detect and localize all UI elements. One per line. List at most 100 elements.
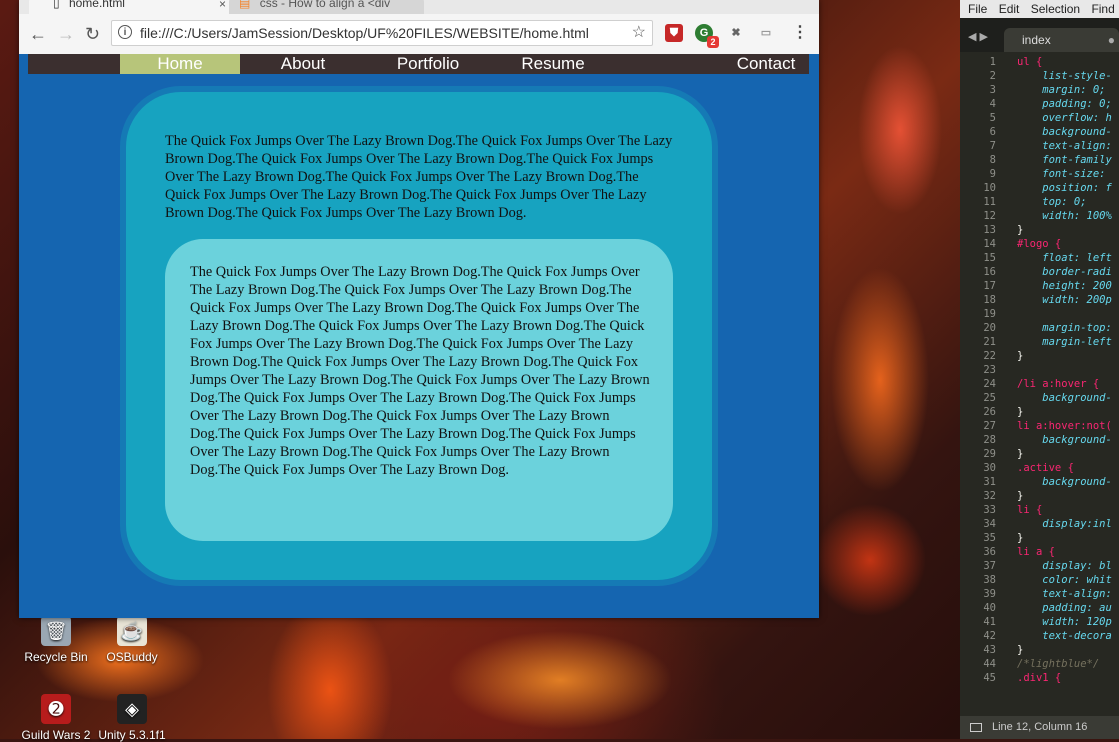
code-line: }: [1017, 350, 1024, 362]
code-line: float: left: [1017, 252, 1112, 264]
code-line: margin-left: [1017, 336, 1112, 348]
nav-home[interactable]: Home: [120, 54, 240, 74]
inner-paragraph: The Quick Fox Jumps Over The Lazy Brown …: [190, 264, 650, 478]
menu-file[interactable]: File: [968, 2, 987, 16]
tools-icon[interactable]: ✖: [727, 24, 745, 42]
outer-paragraph: The Quick Fox Jumps Over The Lazy Brown …: [165, 133, 673, 221]
close-icon[interactable]: ×: [219, 0, 226, 11]
line-number: 23: [983, 364, 996, 376]
back-icon[interactable]: ←: [29, 24, 47, 44]
editor-tab-index[interactable]: index ●: [1004, 28, 1119, 52]
page-viewport: Home About Portfolio Resume Contact The …: [19, 54, 819, 618]
line-number: 6: [989, 126, 996, 138]
line-number: 25: [983, 392, 996, 404]
line-number: 15: [983, 252, 996, 264]
code-line: .active {: [1017, 462, 1074, 474]
nav-contact[interactable]: Contact: [706, 54, 826, 74]
stackoverflow-icon: ▤: [239, 0, 251, 10]
code-line: background-: [1017, 126, 1112, 138]
editor-tab-label: index: [1022, 33, 1051, 47]
code-line: li a:hover:not(: [1017, 420, 1112, 432]
star-icon[interactable]: ☆: [632, 21, 646, 45]
menu-selection[interactable]: Selection: [1031, 2, 1080, 16]
address-bar[interactable]: i file:///C:/Users/JamSession/Desktop/UF…: [111, 20, 653, 46]
tab-stackoverflow[interactable]: ▤ css - How to align a <div: [229, 0, 424, 14]
line-number: 27: [983, 420, 996, 432]
editor-status-bar: Line 12, Column 16: [960, 716, 1119, 739]
info-icon[interactable]: i: [118, 25, 132, 39]
line-number: 2: [989, 70, 996, 82]
desktop-icon-label: Recycle Bin: [24, 650, 88, 664]
line-number: 36: [983, 546, 996, 558]
line-number: 16: [983, 266, 996, 278]
nav-portfolio[interactable]: Portfolio: [368, 54, 488, 74]
line-number: 5: [989, 112, 996, 124]
code-line: width: 120p: [1017, 616, 1112, 628]
tab-label: css - How to align a <div: [259, 0, 391, 10]
line-number: 38: [983, 574, 996, 586]
line-number: 32: [983, 490, 996, 502]
unity-icon: ◈: [117, 694, 147, 724]
code-line: margin: 0;: [1017, 84, 1106, 96]
code-line: background-: [1017, 476, 1112, 488]
code-line: margin-top:: [1017, 322, 1112, 334]
line-number: 12: [983, 210, 996, 222]
code-line: border-radi: [1017, 266, 1112, 278]
code-line: ul {: [1017, 56, 1043, 68]
forward-icon[interactable]: →: [57, 24, 75, 44]
desktop-icon-label: Unity 5.3.1f1: [98, 728, 166, 742]
editor-menu-bar: File Edit Selection Find: [960, 0, 1119, 18]
code-line: }: [1017, 448, 1024, 460]
desktop-icon-unity[interactable]: ◈ Unity 5.3.1f1: [92, 694, 172, 742]
cursor-position: Line 12, Column 16: [992, 721, 1088, 733]
desktop-icon-osbuddy[interactable]: ☕ OSBuddy: [92, 616, 172, 664]
reload-icon[interactable]: ↻: [85, 24, 100, 44]
line-number: 28: [983, 434, 996, 446]
line-number: 14: [983, 238, 996, 250]
extension-badge: 2: [707, 36, 719, 48]
tab-label: home.html: [68, 0, 125, 10]
extension-icon[interactable]: ▭: [757, 24, 775, 42]
browser-toolbar: ← → ↻ i file:///C:/Users/JamSession/Desk…: [19, 14, 819, 55]
code-line: background-: [1017, 434, 1112, 446]
tab-strip: ▯ home.html × ▤ css - How to align a <di…: [19, 0, 819, 14]
ublock-icon[interactable]: ⛊: [665, 24, 683, 42]
osbuddy-icon: ☕: [117, 616, 147, 646]
code-line: }: [1017, 644, 1024, 656]
code-line: background-: [1017, 392, 1112, 404]
line-number: 3: [989, 84, 996, 96]
line-number: 26: [983, 406, 996, 418]
line-number: 21: [983, 336, 996, 348]
line-number: 19: [983, 308, 996, 320]
code-line: #logo {: [1017, 238, 1062, 250]
line-number: 31: [983, 476, 996, 488]
panel-toggle-icon[interactable]: [970, 723, 982, 732]
line-number: 29: [983, 448, 996, 460]
code-line: li a {: [1017, 546, 1055, 558]
recycle-bin-icon: 🗑: [41, 616, 71, 646]
desktop-icon-label: OSBuddy: [106, 650, 158, 664]
desktop-icon-recycle-bin[interactable]: 🗑 Recycle Bin: [16, 616, 96, 664]
code-line: display:inl: [1017, 518, 1112, 530]
line-number: 30: [983, 462, 996, 474]
line-number: 42: [983, 630, 996, 642]
tab-home[interactable]: ▯ home.html ×: [29, 0, 234, 14]
code-line: li {: [1017, 504, 1043, 516]
code-line: /li a:hover {: [1017, 378, 1100, 390]
desktop-icon-guild-wars[interactable]: ➋ Guild Wars 2: [16, 694, 96, 742]
menu-edit[interactable]: Edit: [999, 2, 1020, 16]
nav-about[interactable]: About: [243, 54, 363, 74]
line-number: 13: [983, 224, 996, 236]
line-number: 18: [983, 294, 996, 306]
nav-resume[interactable]: Resume: [493, 54, 613, 74]
line-number: 10: [983, 182, 996, 194]
outer-content-box: The Quick Fox Jumps Over The Lazy Brown …: [126, 92, 712, 580]
menu-find[interactable]: Find: [1091, 2, 1114, 16]
line-number: 39: [983, 588, 996, 600]
unsaved-dot-icon[interactable]: ●: [1108, 28, 1115, 52]
line-number: 45: [983, 672, 996, 684]
tab-nav-icon[interactable]: ◀ ▶: [968, 30, 988, 43]
menu-icon[interactable]: ⋮: [791, 24, 809, 42]
line-number: 41: [983, 616, 996, 628]
code-line: text-decora: [1017, 630, 1112, 642]
